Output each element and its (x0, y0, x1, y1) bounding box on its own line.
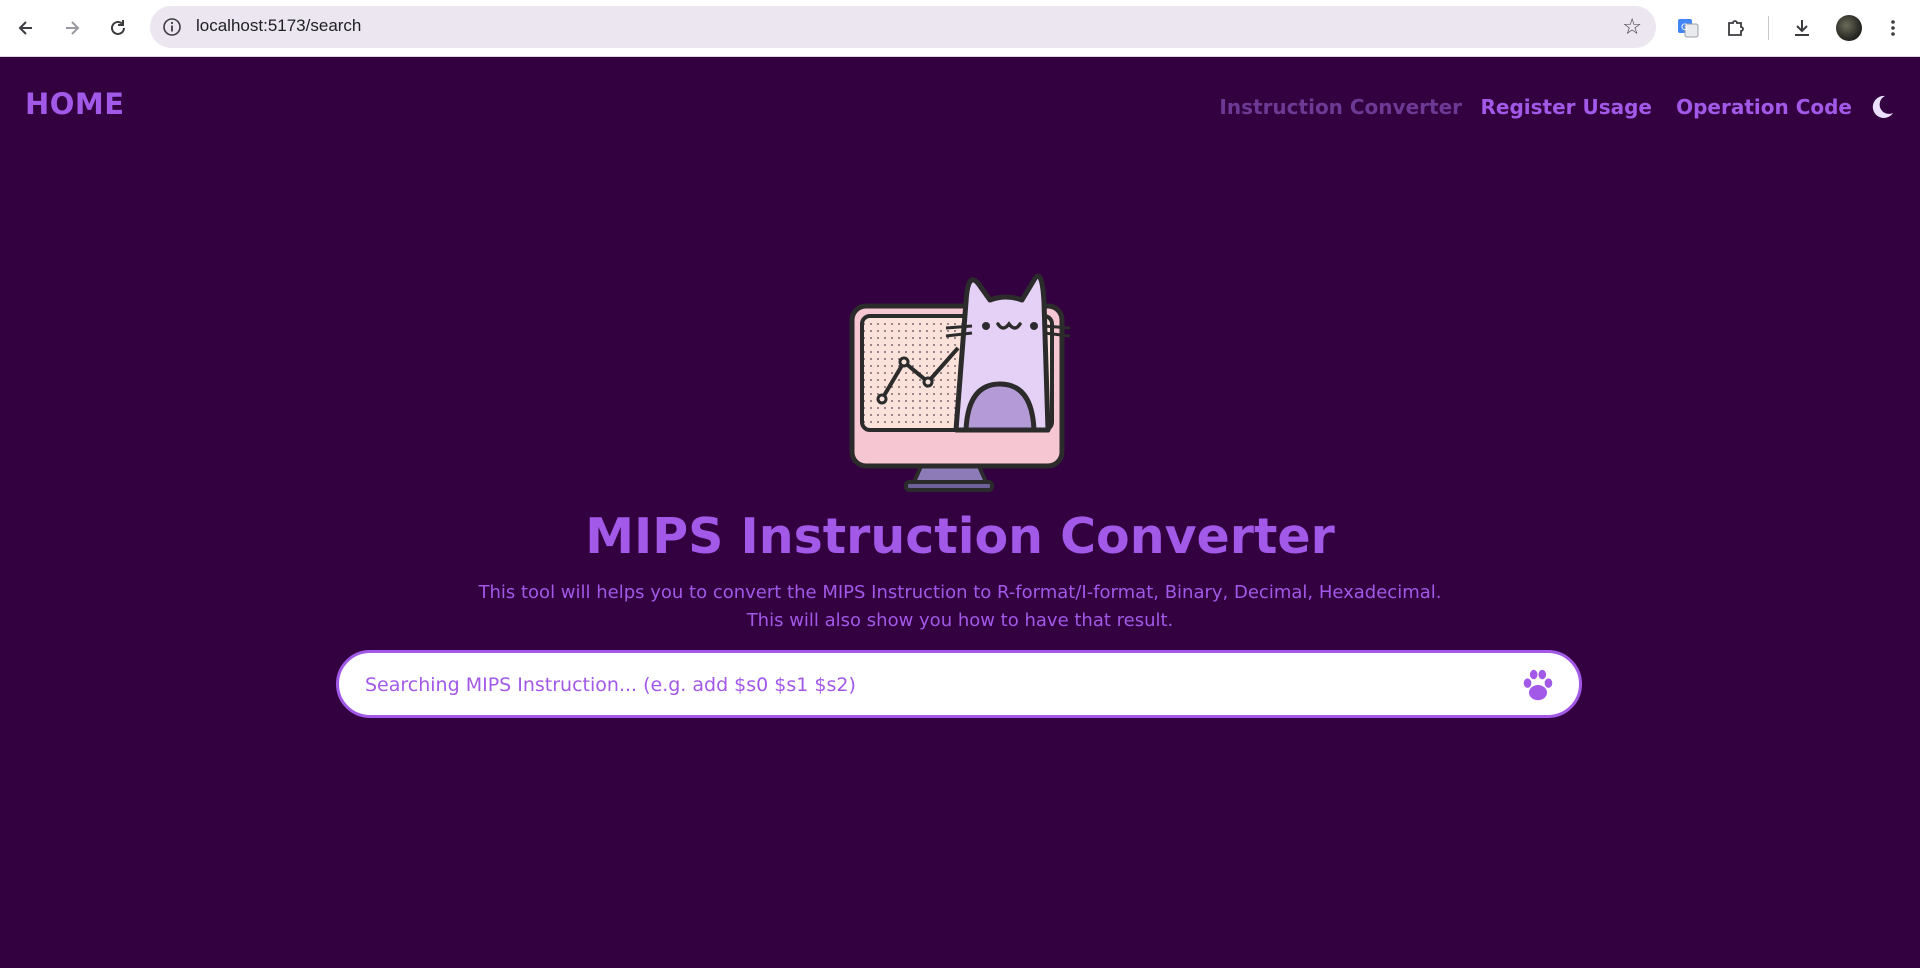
nav-operation-code[interactable]: Operation Code (1676, 95, 1852, 119)
page-title: MIPS Instruction Converter (585, 508, 1335, 565)
page-description-line-1: This tool will helps you to convert the … (478, 582, 1442, 603)
moon-icon[interactable] (1866, 92, 1896, 122)
svg-text:G: G (1681, 23, 1688, 33)
kebab-menu-icon (1891, 20, 1895, 36)
forward-button[interactable] (54, 10, 90, 46)
browser-toolbar: localhost:5173/search ☆ G (0, 0, 1920, 57)
puzzle-icon (1728, 20, 1744, 36)
reload-icon (111, 20, 125, 35)
url-text: localhost:5173/search (196, 16, 362, 35)
translate-extension-button[interactable]: G (1670, 10, 1706, 46)
address-bar[interactable]: localhost:5173/search ☆ (150, 6, 1656, 48)
toolbar-divider (1768, 16, 1769, 40)
cat-computer-illustration (849, 273, 1071, 492)
back-button[interactable] (8, 10, 44, 46)
translate-icon: G (1678, 19, 1699, 38)
downloads-button[interactable] (1784, 10, 1820, 46)
download-icon (1795, 20, 1809, 36)
arrow-left-icon (18, 21, 32, 35)
nav-instruction-converter[interactable]: Instruction Converter (1219, 95, 1462, 119)
page-description-line-2: This will also show you how to have that… (746, 610, 1174, 631)
home-link[interactable]: HOME (25, 87, 125, 121)
nav-register-usage[interactable]: Register Usage (1480, 95, 1652, 119)
site-info-icon[interactable] (162, 17, 182, 37)
bookmark-star-icon[interactable]: ☆ (1622, 15, 1642, 40)
reload-button[interactable] (100, 10, 136, 46)
paw-icon[interactable] (1519, 666, 1557, 704)
app-header: HOME Instruction Converter Register Usag… (0, 57, 1920, 157)
arrow-right-icon (66, 21, 80, 35)
instruction-search-bar (336, 650, 1582, 718)
profile-avatar[interactable] (1836, 15, 1862, 41)
instruction-search-input[interactable] (363, 653, 1487, 717)
browser-menu-button[interactable] (1875, 10, 1911, 46)
extensions-button[interactable] (1718, 10, 1754, 46)
